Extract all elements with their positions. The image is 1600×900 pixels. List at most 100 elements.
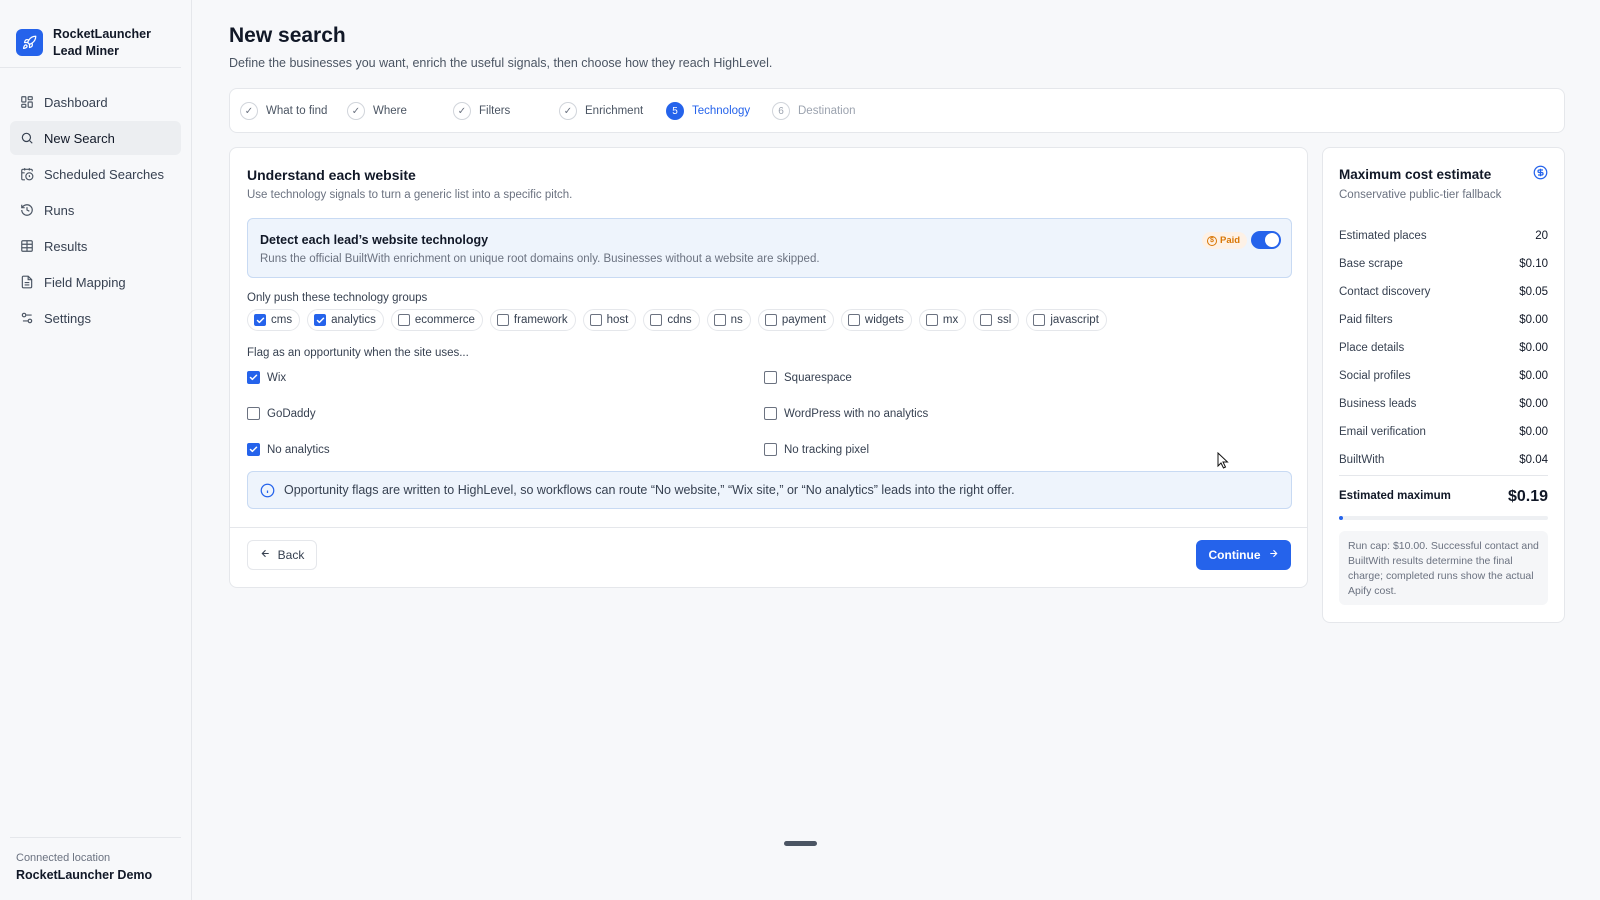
step-destination[interactable]: 6 Destination: [772, 102, 856, 120]
cost-row-value: $0.05: [1519, 286, 1548, 298]
step-what-to-find[interactable]: ✓ What to find: [240, 102, 327, 120]
calendar-clock-icon: [20, 167, 34, 181]
flag-no-analytics[interactable]: No analytics: [247, 443, 330, 456]
flag-no-tracking-pixel[interactable]: No tracking pixel: [764, 443, 869, 456]
flag-godaddy[interactable]: GoDaddy: [247, 407, 316, 420]
flag-wix[interactable]: Wix: [247, 371, 286, 384]
group-chip-ns[interactable]: ns: [706, 309, 751, 331]
checkbox[interactable]: [764, 371, 777, 384]
checkbox[interactable]: [713, 314, 726, 326]
sidebar-item-field-mapping[interactable]: Field Mapping: [10, 265, 181, 299]
tech-detection-toggle[interactable]: [1251, 231, 1281, 249]
check-icon: ✓: [453, 102, 471, 120]
checkbox[interactable]: [314, 314, 327, 326]
sidebar-item-label: Settings: [44, 310, 91, 326]
flag-wordpress-no-analytics[interactable]: WordPress with no analytics: [764, 407, 928, 420]
step-number: 5: [666, 102, 684, 120]
sidebar-item-settings[interactable]: Settings: [10, 301, 181, 335]
checkbox[interactable]: [254, 314, 266, 326]
step-label: Where: [373, 105, 407, 117]
sidebar-item-label: Results: [44, 238, 88, 254]
group-chip-widgets[interactable]: widgets: [840, 309, 912, 331]
sidebar-item-results[interactable]: Results: [10, 229, 181, 263]
drag-handle[interactable]: [784, 841, 817, 846]
sidebar-item-scheduled-searches[interactable]: Scheduled Searches: [10, 157, 181, 191]
step-filters[interactable]: ✓ Filters: [453, 102, 510, 120]
continue-button[interactable]: Continue: [1196, 540, 1291, 570]
checkbox[interactable]: [247, 407, 260, 420]
cost-row-label: Base scrape: [1339, 258, 1403, 270]
checkbox[interactable]: [764, 314, 777, 326]
group-chip-framework[interactable]: framework: [489, 309, 576, 331]
group-chip-mx[interactable]: mx: [918, 309, 967, 331]
checkbox[interactable]: [397, 314, 410, 326]
step-label: Technology: [692, 105, 751, 117]
checkbox[interactable]: [247, 443, 260, 456]
chip-label: mx: [942, 314, 959, 326]
checkbox[interactable]: [980, 314, 993, 326]
cost-title: Maximum cost estimate: [1339, 167, 1492, 182]
checkbox[interactable]: [925, 314, 938, 326]
sidebar: RocketLauncher Lead Miner Dashboard New …: [0, 0, 192, 900]
back-button[interactable]: Back: [247, 540, 317, 570]
checkbox[interactable]: [764, 443, 777, 456]
group-chip-javascript[interactable]: javascript: [1026, 309, 1107, 331]
cost-row-label: Estimated places: [1339, 230, 1427, 242]
sidebar-item-label: Scheduled Searches: [44, 166, 164, 182]
history-icon: [20, 203, 34, 217]
flag-squarespace[interactable]: Squarespace: [764, 371, 852, 384]
info-text: Opportunity flags are written to HighLev…: [284, 483, 1015, 497]
checkbox[interactable]: [650, 314, 663, 326]
group-chip-cdns[interactable]: cdns: [643, 309, 700, 331]
chip-label: framework: [513, 314, 568, 326]
sidebar-item-dashboard[interactable]: Dashboard: [10, 85, 181, 119]
chip-label: widgets: [864, 314, 904, 326]
sidebar-item-label: Dashboard: [44, 94, 108, 110]
step-enrichment[interactable]: ✓ Enrichment: [559, 102, 643, 120]
cost-breakdown: Estimated places 20 Base scrape $0.10 Contac…: [1339, 222, 1548, 474]
group-chip-host[interactable]: host: [582, 309, 637, 331]
group-chip-cms[interactable]: cms: [247, 309, 301, 331]
toggle-knob: [1265, 233, 1279, 247]
sidebar-item-new-search[interactable]: New Search: [10, 121, 181, 155]
chip-label: javascript: [1050, 314, 1099, 326]
tech-detection-title: Detect each lead’s website technology: [260, 233, 489, 247]
step-label: Filters: [479, 105, 511, 117]
flag-label: Squarespace: [784, 371, 852, 384]
checkbox[interactable]: [247, 371, 260, 384]
checkbox[interactable]: [847, 314, 860, 326]
estimated-maximum-value: $0.19: [1507, 488, 1548, 505]
group-chip-ssl[interactable]: ssl: [973, 309, 1020, 331]
checkbox[interactable]: [496, 314, 509, 326]
checkbox[interactable]: [764, 407, 777, 420]
check-icon: ✓: [240, 102, 258, 120]
brand-name-line1: RocketLauncher: [53, 26, 151, 41]
flag-label: No analytics: [267, 443, 330, 456]
file-icon: [20, 275, 34, 289]
run-cap-note: Run cap: $10.00. Successful contact and …: [1339, 531, 1548, 605]
sidebar-nav: Dashboard New Search Scheduled Searches …: [0, 68, 191, 335]
flag-label: Wix: [267, 371, 287, 384]
check-icon: ✓: [559, 102, 577, 120]
cost-row-value: $0.00: [1519, 370, 1548, 382]
chip-label: ns: [730, 314, 743, 326]
checkbox[interactable]: [1033, 314, 1046, 326]
brand[interactable]: RocketLauncher Lead Miner: [0, 0, 181, 68]
group-chip-analytics[interactable]: analytics: [307, 309, 384, 331]
group-chip-ecommerce[interactable]: ecommerce: [390, 309, 483, 331]
chip-label: payment: [781, 314, 826, 326]
step-where[interactable]: ✓ Where: [347, 102, 407, 120]
cost-estimate-card: Maximum cost estimate Conservative publi…: [1322, 147, 1565, 623]
cost-row-value: $0.00: [1519, 314, 1548, 326]
cost-row: Social profiles $0.00: [1339, 362, 1548, 390]
dashboard-icon: [20, 95, 34, 109]
step-number: 6: [772, 102, 790, 120]
cost-row-label: Contact discovery: [1339, 286, 1431, 298]
cost-row: Business leads $0.00: [1339, 390, 1548, 418]
brand-name-line2: Lead Miner: [53, 43, 119, 58]
back-button-label: Back: [277, 548, 305, 562]
step-technology[interactable]: 5 Technology: [666, 102, 750, 120]
group-chip-payment[interactable]: payment: [757, 309, 834, 331]
checkbox[interactable]: [589, 314, 602, 326]
sidebar-item-runs[interactable]: Runs: [10, 193, 181, 227]
